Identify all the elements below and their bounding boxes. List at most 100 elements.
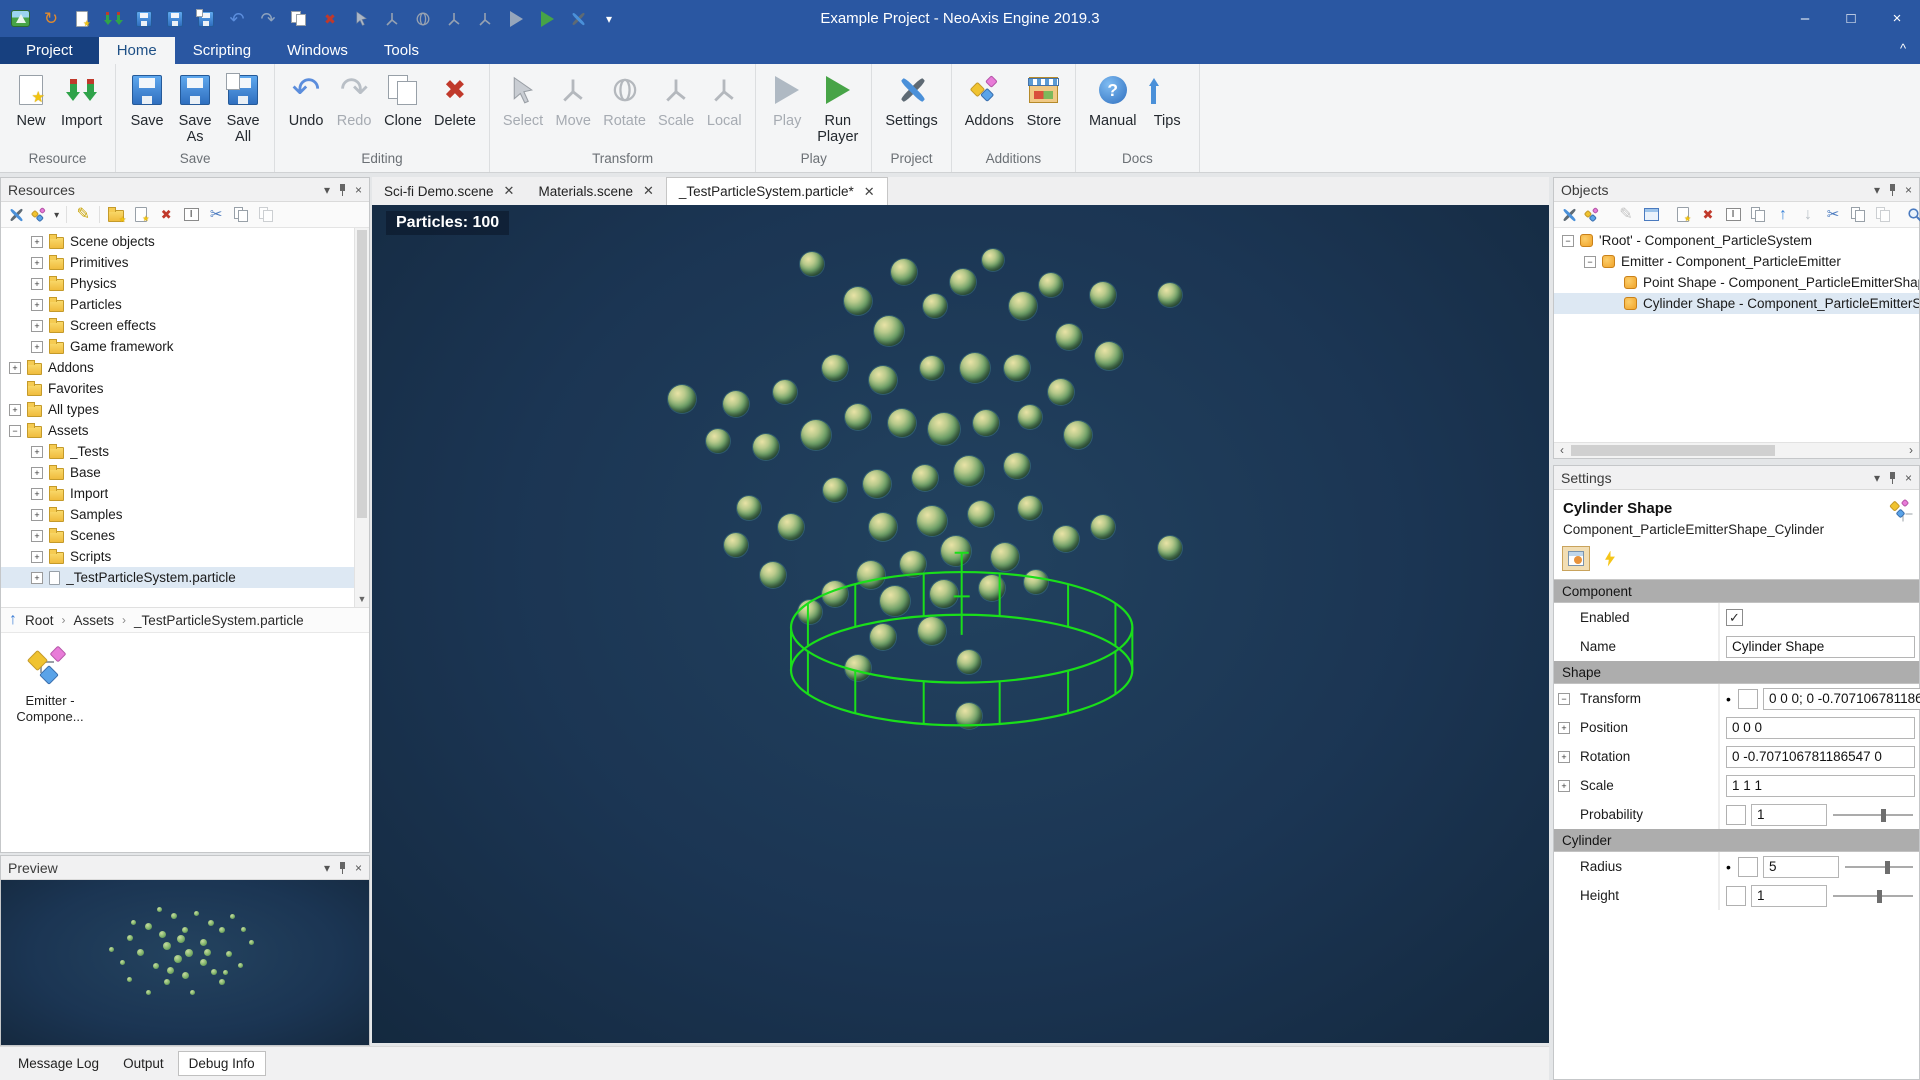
scrollbar-thumb[interactable] bbox=[357, 230, 367, 519]
panel-dropdown-icon[interactable]: ▾ bbox=[324, 184, 330, 196]
viewport-3d[interactable]: Particles: 100 bbox=[372, 205, 1549, 1043]
component-filter-icon[interactable] bbox=[1583, 205, 1603, 225]
pin-icon[interactable] bbox=[1889, 471, 1896, 484]
emitter-asset-item[interactable]: Emitter - Compone... bbox=[11, 645, 89, 725]
maximize-button[interactable]: □ bbox=[1828, 0, 1874, 37]
save-as-button[interactable]: Save As bbox=[172, 70, 218, 147]
expander-icon[interactable]: + bbox=[31, 445, 43, 458]
panel-close-icon[interactable]: × bbox=[355, 862, 362, 874]
bottom-tab-message-log[interactable]: Message Log bbox=[8, 1052, 109, 1075]
delete-button[interactable]: ✖ Delete bbox=[429, 70, 481, 131]
events-tab[interactable] bbox=[1596, 546, 1624, 571]
clone-icon[interactable] bbox=[1749, 205, 1767, 225]
tree-item[interactable]: + Addons bbox=[1, 357, 369, 378]
panel-close-icon[interactable]: × bbox=[1905, 472, 1912, 484]
tree-item[interactable]: + Scenes bbox=[1, 525, 369, 546]
expander-icon[interactable]: + bbox=[31, 529, 43, 542]
window-icon[interactable] bbox=[1642, 205, 1660, 225]
import-button[interactable]: Import bbox=[56, 70, 107, 131]
rename-icon[interactable]: I bbox=[1724, 205, 1742, 225]
up-arrow-icon[interactable]: ↑ bbox=[9, 611, 17, 629]
expander-icon[interactable]: + bbox=[9, 403, 21, 416]
expander-icon[interactable]: + bbox=[31, 466, 43, 479]
panel-close-icon[interactable]: × bbox=[1905, 184, 1912, 196]
select-button[interactable]: Select bbox=[498, 70, 548, 131]
expander-icon[interactable]: + bbox=[31, 256, 43, 269]
rotate-button[interactable]: Rotate bbox=[598, 70, 651, 131]
expander-icon[interactable]: − bbox=[1558, 692, 1570, 705]
tree-item[interactable]: + Base bbox=[1, 462, 369, 483]
doc-tab-sci-fi-demo-scene[interactable]: Sci-fi Demo.scene ✕ bbox=[372, 177, 526, 205]
probability-slider[interactable] bbox=[1833, 804, 1915, 826]
rename-icon[interactable]: I bbox=[182, 205, 200, 225]
tree-item[interactable]: + Particles bbox=[1, 294, 369, 315]
tree-item[interactable]: + All types bbox=[1, 399, 369, 420]
save-all-button[interactable]: Save All bbox=[220, 70, 266, 147]
radius-field[interactable]: 5 bbox=[1763, 855, 1839, 878]
panel-close-icon[interactable]: × bbox=[355, 184, 362, 196]
value-preview-box[interactable] bbox=[1738, 856, 1758, 877]
tree-item[interactable]: + Samples bbox=[1, 504, 369, 525]
menu-tab-scripting[interactable]: Scripting bbox=[175, 37, 269, 64]
expander-icon[interactable]: + bbox=[31, 319, 43, 332]
delete-icon[interactable]: ✖ bbox=[157, 205, 175, 225]
new-resource-icon[interactable]: ★ bbox=[132, 205, 150, 225]
resources-content-area[interactable]: Emitter - Compone... bbox=[1, 633, 369, 852]
tree-item[interactable]: − Assets bbox=[1, 420, 369, 441]
local-button[interactable]: Local bbox=[701, 70, 747, 131]
move-up-icon[interactable]: ↑ bbox=[1774, 205, 1792, 225]
name-field[interactable]: Cylinder Shape bbox=[1726, 635, 1915, 658]
value-preview-box[interactable] bbox=[1726, 804, 1746, 825]
tree-item[interactable]: + _TestParticleSystem.particle bbox=[1, 567, 369, 588]
close-button[interactable]: × bbox=[1874, 0, 1920, 37]
tree-item[interactable]: + Game framework bbox=[1, 336, 369, 357]
close-icon[interactable]: ✕ bbox=[643, 183, 654, 199]
bottom-tab-debug-info[interactable]: Debug Info bbox=[177, 1051, 266, 1076]
expander-icon[interactable]: − bbox=[1562, 234, 1574, 247]
new-folder-icon[interactable]: ★ bbox=[107, 205, 126, 225]
value-preview-box[interactable] bbox=[1738, 688, 1758, 709]
doc-tab--testparticlesystem-particle-[interactable]: _TestParticleSystem.particle* ✕ bbox=[665, 177, 888, 205]
tips-button[interactable]: Tips bbox=[1144, 70, 1191, 131]
tree-item[interactable]: + Scripts bbox=[1, 546, 369, 567]
horizontal-scrollbar[interactable]: ‹ › bbox=[1554, 442, 1919, 458]
panel-dropdown-icon[interactable]: ▾ bbox=[1874, 472, 1880, 484]
height-field[interactable]: 1 bbox=[1751, 884, 1827, 907]
undo-button[interactable]: ↶ Undo bbox=[283, 70, 329, 131]
scale-field[interactable]: 1 1 1 bbox=[1726, 774, 1915, 797]
height-slider[interactable] bbox=[1833, 885, 1915, 907]
paste-icon[interactable] bbox=[1874, 205, 1892, 225]
tree-item[interactable]: − Emitter - Component_ParticleEmitter bbox=[1554, 251, 1919, 272]
scroll-left-icon[interactable]: ‹ bbox=[1554, 443, 1570, 458]
addons-button[interactable]: Addons bbox=[960, 70, 1019, 131]
cut-icon[interactable]: ✂ bbox=[207, 205, 225, 225]
save-button[interactable]: Save bbox=[124, 70, 170, 131]
panel-options-icon[interactable] bbox=[1560, 205, 1578, 225]
menu-tab-windows[interactable]: Windows bbox=[269, 37, 366, 64]
scroll-right-icon[interactable]: › bbox=[1903, 443, 1919, 458]
tree-item[interactable]: − 'Root' - Component_ParticleSystem bbox=[1554, 230, 1919, 251]
enabled-checkbox[interactable]: ✓ bbox=[1726, 609, 1743, 626]
doc-tab-materials-scene[interactable]: Materials.scene ✕ bbox=[526, 177, 665, 205]
tree-item[interactable]: Point Shape - Component_ParticleEmitterS… bbox=[1554, 272, 1919, 293]
run-player-button[interactable]: Run Player bbox=[812, 70, 863, 147]
tree-item[interactable]: + Import bbox=[1, 483, 369, 504]
tree-item[interactable]: + Primitives bbox=[1, 252, 369, 273]
pin-icon[interactable] bbox=[1889, 183, 1896, 196]
properties-tab[interactable] bbox=[1562, 546, 1590, 571]
expander-icon[interactable]: + bbox=[31, 487, 43, 500]
tree-item[interactable]: + Screen effects bbox=[1, 315, 369, 336]
cut-icon[interactable]: ✂ bbox=[1824, 205, 1842, 225]
breadcrumb-item[interactable]: _TestParticleSystem.particle bbox=[134, 613, 304, 628]
bottom-tab-output[interactable]: Output bbox=[113, 1052, 174, 1075]
store-button[interactable]: Store bbox=[1021, 70, 1067, 131]
edit-icon[interactable]: ✎ bbox=[74, 205, 92, 225]
manual-button[interactable]: ? Manual bbox=[1084, 70, 1142, 131]
edit-icon[interactable]: ✎ bbox=[1617, 205, 1635, 225]
filter-types-icon[interactable]: ▾ bbox=[30, 205, 59, 225]
expander-icon[interactable]: + bbox=[1558, 779, 1570, 792]
panel-dropdown-icon[interactable]: ▾ bbox=[324, 862, 330, 874]
breadcrumb-item[interactable]: Root bbox=[25, 613, 54, 628]
panel-dropdown-icon[interactable]: ▾ bbox=[1874, 184, 1880, 196]
scale-button[interactable]: Scale bbox=[653, 70, 699, 131]
